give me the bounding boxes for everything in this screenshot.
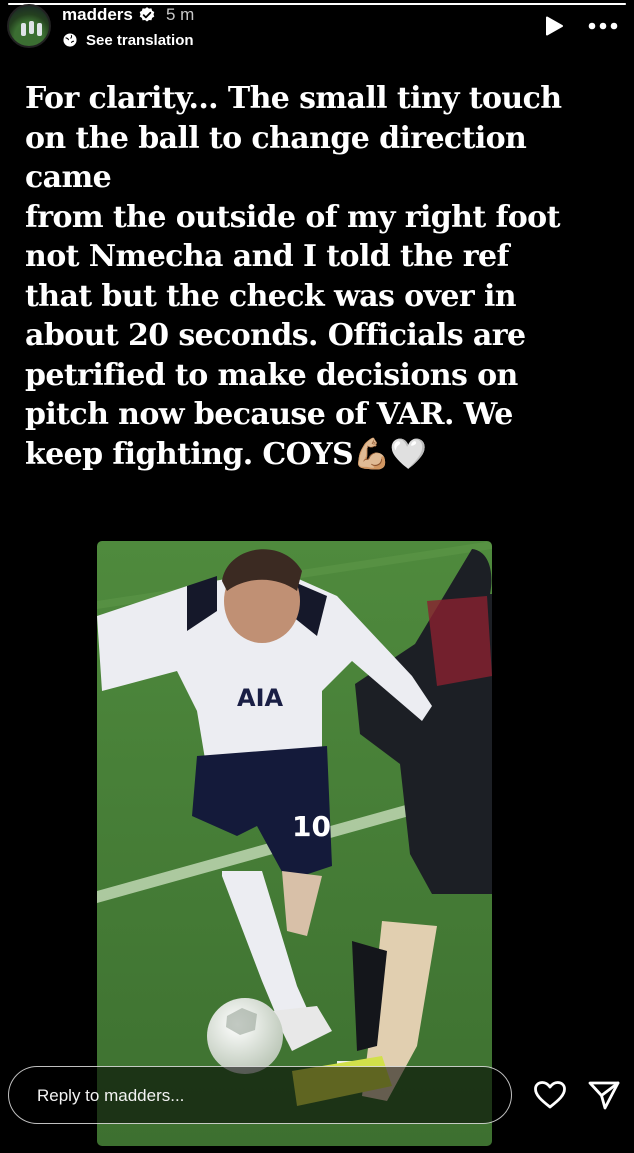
story-header: madders 5 m See translation xyxy=(0,0,634,56)
send-button[interactable] xyxy=(585,1076,623,1114)
like-button[interactable] xyxy=(531,1076,569,1114)
see-translation-label: See translation xyxy=(86,31,194,49)
username[interactable]: madders xyxy=(62,5,133,25)
shirt-sponsor: AIA xyxy=(237,684,284,712)
reply-input[interactable]: Reply to madders... xyxy=(8,1066,512,1124)
play-icon xyxy=(546,16,563,36)
avatar[interactable] xyxy=(7,4,51,48)
reply-placeholder: Reply to madders... xyxy=(37,1086,185,1105)
verified-badge-icon xyxy=(139,7,155,22)
globe-icon xyxy=(63,33,77,47)
send-icon xyxy=(588,1081,620,1110)
post-time: 5 m xyxy=(166,5,195,24)
football-illustration: AIA 10 xyxy=(97,541,492,1146)
story-caption: For clarity... The small tiny touch on t… xyxy=(25,81,562,472)
see-translation-link[interactable]: See translation xyxy=(63,31,194,49)
football-photo: AIA 10 xyxy=(97,541,492,1146)
more-icon xyxy=(588,22,618,30)
play-button[interactable] xyxy=(540,12,568,40)
heart-icon xyxy=(534,1081,566,1109)
shirt-number: 10 xyxy=(292,810,331,843)
more-options-button[interactable] xyxy=(586,12,620,40)
